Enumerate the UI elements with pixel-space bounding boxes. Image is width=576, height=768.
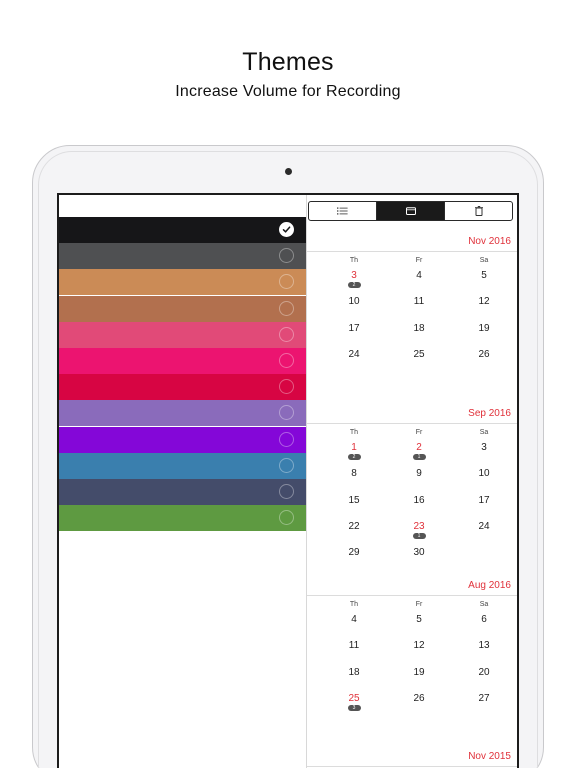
calendar-day[interactable]: 10 xyxy=(339,296,369,307)
calendar-day[interactable]: 12 xyxy=(469,296,499,307)
calendar-day[interactable]: 11 xyxy=(339,640,369,651)
calendar-day[interactable]: 5 xyxy=(469,270,499,281)
weekday-header: Th xyxy=(349,257,359,264)
calendar-day[interactable]: 8 xyxy=(339,468,369,479)
calendar-day[interactable]: 19 xyxy=(404,667,434,678)
month-divider xyxy=(307,595,517,596)
weekday-header: Fr xyxy=(415,257,423,264)
month-title: Nov 2015 xyxy=(468,751,511,762)
calendar-day[interactable]: 5 xyxy=(404,614,434,625)
calendar-day[interactable]: 29 xyxy=(339,547,369,558)
calendar-day[interactable]: 4 xyxy=(404,270,434,281)
calendar-day[interactable]: 15 xyxy=(339,495,369,506)
recording-count-badge: 1 xyxy=(412,532,426,539)
calendar-icon xyxy=(405,207,416,215)
month-title: Sep 2016 xyxy=(468,408,511,419)
calendar-day[interactable]: 23 xyxy=(404,521,434,532)
theme-swatch[interactable] xyxy=(59,243,306,270)
theme-swatch[interactable] xyxy=(59,269,306,296)
weekday-header: Th xyxy=(349,429,359,436)
calendar-day[interactable]: 22 xyxy=(339,521,369,532)
trash-icon xyxy=(474,206,483,216)
weekday-header: Fr xyxy=(415,601,423,608)
calendar-day[interactable]: 26 xyxy=(469,349,499,360)
radio-circle-icon xyxy=(279,248,294,264)
radio-circle-icon xyxy=(279,405,294,421)
calendar-day[interactable]: 17 xyxy=(469,495,499,506)
calendar-day[interactable]: 24 xyxy=(339,349,369,360)
weekday-header: Sa xyxy=(479,429,489,436)
promo-header: Themes Increase Volume for Recording xyxy=(0,48,576,101)
theme-swatch[interactable] xyxy=(59,479,306,505)
calendar-day[interactable]: 1 xyxy=(339,442,369,453)
month-title: Nov 2016 xyxy=(468,236,511,247)
recording-count-badge: 1 xyxy=(412,454,426,460)
month-divider xyxy=(307,423,517,424)
theme-swatch[interactable] xyxy=(59,321,306,348)
camera-dot xyxy=(285,168,292,175)
checkmark-icon xyxy=(279,222,294,237)
radio-circle-icon xyxy=(279,379,294,395)
calendar-day[interactable]: 24 xyxy=(469,521,499,532)
radio-circle-icon xyxy=(279,274,294,290)
calendar-day[interactable]: 17 xyxy=(339,323,369,334)
segment-list[interactable] xyxy=(309,202,376,220)
segment-trash[interactable] xyxy=(444,202,512,220)
radio-circle-icon xyxy=(279,326,294,342)
calendar-day[interactable]: 18 xyxy=(404,323,434,334)
calendar-day[interactable]: 10 xyxy=(469,468,499,479)
theme-list xyxy=(59,195,306,768)
weekday-header: Th xyxy=(349,601,359,608)
view-segmented-control xyxy=(308,201,513,221)
theme-swatch[interactable] xyxy=(59,452,306,479)
calendar-day[interactable]: 12 xyxy=(404,640,434,651)
recording-count-badge: 3 xyxy=(347,704,361,711)
weekday-header: Sa xyxy=(479,601,489,608)
radio-circle-icon xyxy=(279,431,294,447)
promo-subtitle: Increase Volume for Recording xyxy=(175,83,401,100)
calendar-day[interactable]: 30 xyxy=(404,547,434,558)
calendar-day[interactable]: 25 xyxy=(404,349,434,360)
calendar-day[interactable]: 13 xyxy=(469,640,499,651)
month-divider xyxy=(307,251,517,252)
theme-swatch[interactable] xyxy=(59,400,306,427)
month-title: Aug 2016 xyxy=(468,580,511,591)
theme-swatch[interactable] xyxy=(59,217,306,243)
radio-circle-icon xyxy=(279,457,294,473)
recording-count-badge: 2 xyxy=(347,282,361,288)
calendar-day[interactable]: 27 xyxy=(469,693,499,704)
calendar-day[interactable]: 9 xyxy=(404,468,434,479)
calendar-day[interactable]: 11 xyxy=(404,296,434,307)
theme-swatch[interactable] xyxy=(59,374,306,401)
calendar-day[interactable]: 20 xyxy=(469,667,499,678)
radio-circle-icon xyxy=(279,353,294,368)
theme-swatch[interactable] xyxy=(59,426,306,453)
recording-count-badge: 2 xyxy=(347,454,361,460)
calendar-day[interactable]: 4 xyxy=(339,614,369,625)
theme-swatch[interactable] xyxy=(59,295,306,322)
calendar-day[interactable]: 3 xyxy=(469,442,499,453)
calendar-pane: Nov 2016 Th Fr Sa 3 2 4 5 10 11 12 17 18 19 24 25 26 Sep … xyxy=(306,195,517,768)
theme-swatch[interactable] xyxy=(59,348,306,374)
segment-calendar[interactable] xyxy=(376,202,444,220)
month-divider xyxy=(307,766,517,767)
weekday-header: Fr xyxy=(415,429,423,436)
calendar-day[interactable]: 19 xyxy=(469,323,499,334)
calendar-day[interactable]: 26 xyxy=(404,693,434,704)
radio-circle-icon xyxy=(279,300,294,316)
promo-title: Themes xyxy=(242,48,334,76)
calendar-day[interactable]: 25 xyxy=(339,693,369,704)
calendar-day[interactable]: 2 xyxy=(404,442,434,453)
list-icon xyxy=(337,207,348,215)
weekday-header: Sa xyxy=(479,257,489,264)
radio-circle-icon xyxy=(279,510,294,526)
radio-circle-icon xyxy=(279,484,294,499)
calendar-day[interactable]: 18 xyxy=(339,667,369,678)
app-screen: Nov 2016 Th Fr Sa 3 2 4 5 10 11 12 17 18 19 24 25 26 Sep … xyxy=(57,193,519,768)
theme-swatch[interactable] xyxy=(59,505,306,532)
calendar-day[interactable]: 3 xyxy=(339,270,369,281)
calendar-day[interactable]: 16 xyxy=(404,495,434,506)
calendar-day[interactable]: 6 xyxy=(469,614,499,625)
